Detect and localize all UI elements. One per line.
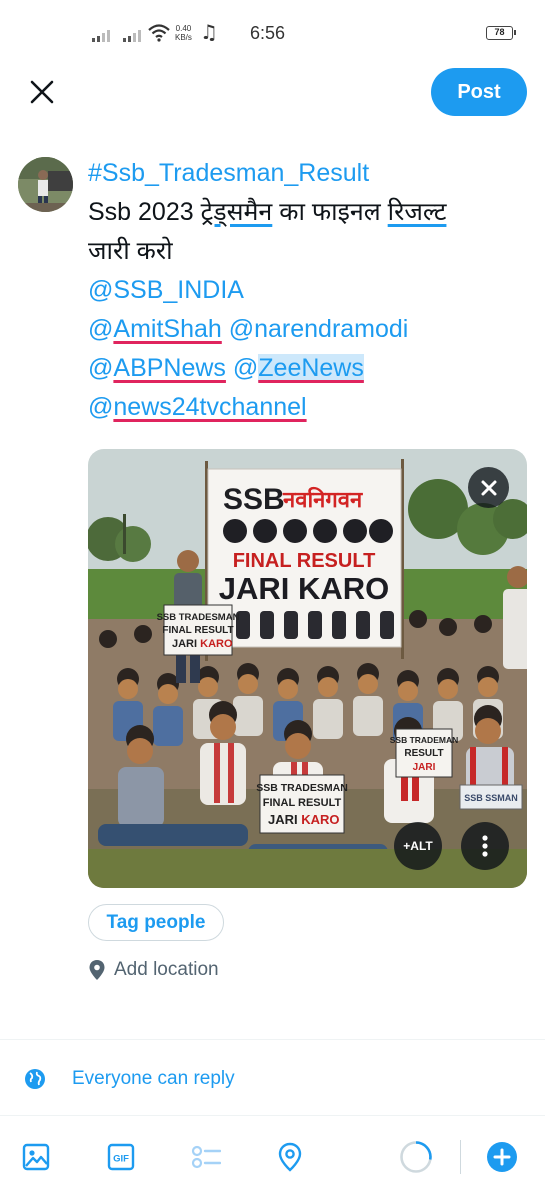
banner-line-1: FINAL RESULT	[233, 550, 376, 572]
banner-line-2: JARI KARO	[219, 571, 390, 606]
sign-right-line-1: SSB TRADEMAN	[390, 735, 458, 745]
add-location-label: Add location	[114, 959, 219, 980]
mention-at[interactable]: @	[88, 354, 113, 382]
mention-at[interactable]: @	[88, 315, 113, 343]
network-speed-unit: KB/s	[175, 33, 192, 42]
sign-right-line-3: JARI	[413, 762, 436, 773]
location-pin-icon	[278, 1142, 302, 1172]
spellcheck-word[interactable]: रिजल्ट	[388, 198, 447, 226]
tweet-line: जारी करो	[88, 237, 173, 265]
mention-link[interactable]: AmitShah	[113, 315, 221, 343]
add-thread-button[interactable]	[485, 1140, 519, 1174]
plus-circle-icon	[487, 1142, 517, 1172]
signal-icon	[92, 30, 110, 42]
character-count-indicator	[399, 1140, 433, 1174]
divider	[0, 1039, 545, 1040]
battery-icon: 78	[486, 26, 516, 40]
poll-list-icon	[191, 1145, 221, 1169]
add-location-button[interactable]: Add location	[88, 955, 219, 985]
gif-icon: GIF	[107, 1143, 135, 1171]
more-vertical-icon	[482, 835, 488, 857]
tag-people-button[interactable]: Tag people	[88, 904, 224, 941]
image-icon	[22, 1143, 50, 1171]
tweet-line: @news24tvchannel	[88, 388, 508, 427]
network-speed-value: 0.40	[175, 24, 192, 33]
status-time: 6:56	[250, 23, 286, 43]
gif-button[interactable]: GIF	[104, 1140, 138, 1174]
avatar[interactable]	[18, 157, 73, 212]
mention-link[interactable]: @SSB_INDIA	[88, 271, 508, 310]
mention-link-selected[interactable]: ZeeNews	[258, 354, 364, 382]
tweet-line: @ABPNews @ZeeNews	[88, 349, 508, 388]
post-button[interactable]: Post	[431, 68, 527, 116]
media-button[interactable]	[19, 1140, 53, 1174]
music-note-icon: ♫	[200, 20, 218, 44]
reply-setting-label: Everyone can reply	[72, 1068, 235, 1089]
sign-center-line-1: SSB TRADESMAN	[256, 782, 348, 794]
spellcheck-word[interactable]: ट्रेड्समैन	[201, 198, 273, 226]
divider	[0, 1115, 545, 1116]
hashtag-link[interactable]: #Ssb_Tradesman_Result	[88, 154, 508, 193]
close-button[interactable]	[24, 74, 60, 110]
poll-button[interactable]	[189, 1140, 223, 1174]
sign-far-right: SSB SSMAN	[464, 793, 518, 803]
mention-link[interactable]: news24tvchannel	[113, 393, 306, 421]
sign-center-line-2: FINAL RESULT	[263, 797, 342, 809]
status-bar: 0.40 KB/s ♫ 6:56 78	[0, 0, 545, 66]
sign-left-line-1: SSB TRADESMAN	[157, 612, 240, 623]
tweet-line: @AmitShah @narendramodi	[88, 310, 508, 349]
tweet-line: Ssb 2023 ट्रेड्समैन का फाइनल रिजल्ट	[88, 193, 508, 232]
mention-at[interactable]: @	[226, 354, 258, 382]
mention-link[interactable]: ABPNews	[113, 354, 226, 382]
network-speed: 0.40 KB/s	[175, 24, 192, 42]
wifi-icon	[148, 24, 170, 42]
mention-link[interactable]: @narendramodi	[222, 315, 409, 343]
attached-image[interactable]: SSB नवनिगवन FINAL RESULT JARI KARO SSB T…	[88, 449, 527, 888]
remove-media-button[interactable]	[468, 467, 509, 508]
sign-left-line-2: FINAL RESULT	[162, 625, 233, 636]
location-pin-icon	[89, 960, 105, 980]
add-alt-text-button[interactable]: +ALT	[394, 822, 442, 870]
sign-right-line-2: RESULT	[404, 748, 443, 759]
tweet-text[interactable]: #Ssb_Tradesman_Result Ssb 2023 ट्रेड्समै…	[88, 154, 508, 427]
svg-text:GIF: GIF	[113, 1154, 129, 1165]
banner-hindi: नवनिगवन	[282, 486, 363, 512]
reply-setting-button[interactable]: Everyone can reply	[24, 1062, 235, 1096]
signal-icon-2	[123, 30, 141, 42]
tweet-text-segment: Ssb 2023	[88, 198, 201, 226]
progress-ring-icon	[400, 1141, 432, 1173]
close-icon	[30, 80, 54, 104]
globe-icon	[25, 1069, 45, 1089]
toolbar-separator	[460, 1140, 461, 1174]
location-button[interactable]	[273, 1140, 307, 1174]
close-icon	[481, 480, 496, 495]
sign-center-line-3: JARI KARO	[268, 812, 340, 827]
sign-left-line-3: JARI KARO	[172, 638, 233, 650]
media-options-button[interactable]	[461, 822, 509, 870]
tweet-text-segment: का फाइनल	[272, 198, 388, 226]
mention-at[interactable]: @	[88, 393, 113, 421]
banner-title: SSB	[223, 483, 285, 516]
